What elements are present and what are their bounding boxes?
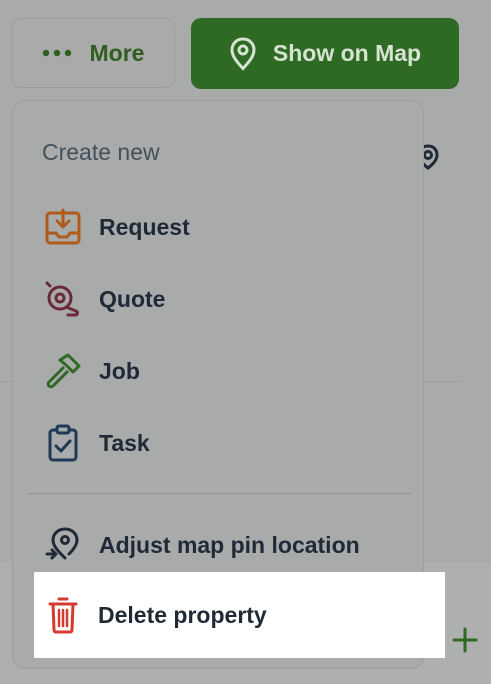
menu-heading: Create new xyxy=(42,139,160,165)
menu-item-delete-property[interactable]: Delete property xyxy=(34,572,445,658)
location-pin-icon xyxy=(230,36,256,71)
show-on-map-label: Show on Map xyxy=(272,40,422,66)
more-dots-icon xyxy=(42,49,71,57)
more-button-label: More xyxy=(89,39,145,66)
menu-item-task[interactable]: Task xyxy=(13,407,423,479)
menu-item-job[interactable]: Job xyxy=(13,335,423,407)
menu-item-label: Delete property xyxy=(98,601,267,628)
add-icon[interactable] xyxy=(451,626,479,654)
show-on-map-button[interactable]: Show on Map xyxy=(191,18,459,89)
trash-icon xyxy=(47,595,79,635)
menu-divider xyxy=(27,493,411,494)
more-button[interactable]: More xyxy=(11,18,175,88)
map-pin-adjust-icon xyxy=(43,525,83,565)
menu-item-adjust-map-pin[interactable]: Adjust map pin location xyxy=(13,509,423,581)
menu-item-request[interactable]: Request xyxy=(13,191,423,263)
quote-tape-icon xyxy=(43,279,83,319)
menu-item-label: Adjust map pin location xyxy=(99,531,360,558)
clipboard-check-icon xyxy=(43,423,83,463)
menu-item-label: Job xyxy=(99,357,140,384)
hammer-icon xyxy=(43,351,83,391)
menu-item-label: Quote xyxy=(99,285,166,312)
menu-item-quote[interactable]: Quote xyxy=(13,263,423,335)
inbox-download-icon xyxy=(43,207,83,247)
menu-item-label: Request xyxy=(99,213,190,240)
menu-item-label: Task xyxy=(99,429,150,456)
